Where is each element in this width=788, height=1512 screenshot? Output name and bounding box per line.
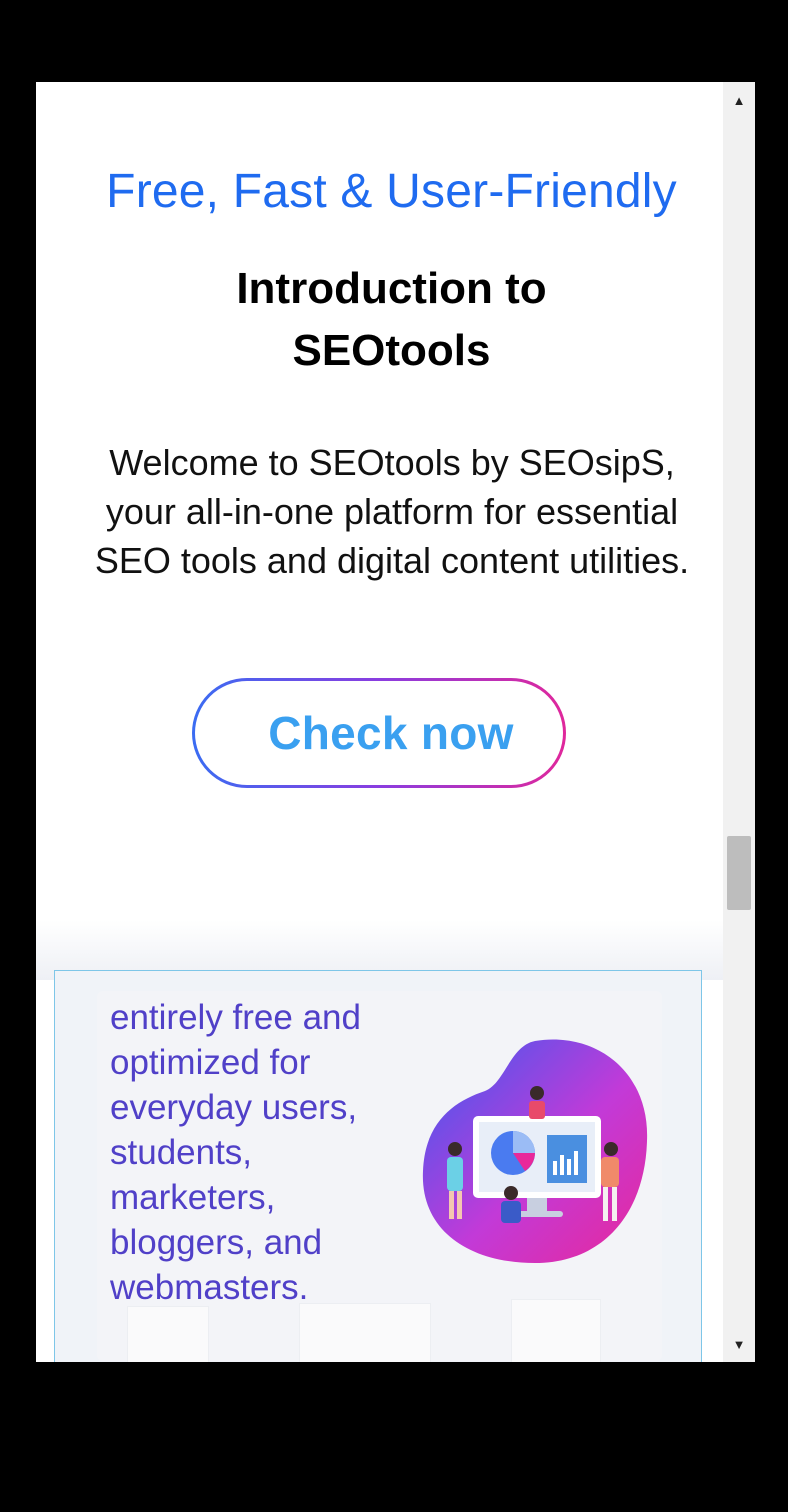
seo-team-illustration-icon <box>422 1039 648 1263</box>
check-now-button[interactable]: Check now <box>192 678 566 788</box>
vertical-scrollbar[interactable]: ▲ ▼ <box>723 82 755 1362</box>
page-title-line-1: Introduction to <box>236 264 547 313</box>
welcome-paragraph: Welcome to SEOtools by SEOsipS, your all… <box>94 442 690 581</box>
page-title-line-2: SEOtools <box>292 326 491 375</box>
card-tile <box>127 1306 209 1362</box>
scroll-down-arrow-icon[interactable]: ▼ <box>723 1330 755 1358</box>
hero-tagline: Free, Fast & User-Friendly <box>106 165 677 218</box>
scrollbar-thumb[interactable] <box>727 836 751 910</box>
card-tile <box>299 1303 431 1362</box>
card-tile <box>511 1299 601 1362</box>
scroll-up-arrow-icon[interactable]: ▲ <box>723 86 755 114</box>
browser-viewport: Free, Fast & User-Friendly Introduction … <box>36 82 755 1362</box>
check-now-label: Check now <box>268 707 514 759</box>
feature-card-text: entirely free and optimized for everyday… <box>110 998 361 1307</box>
page-title: Introduction to SEOtools <box>36 258 723 382</box>
feature-card: entirely free and optimized for everyday… <box>54 970 702 1362</box>
page-content: Free, Fast & User-Friendly Introduction … <box>36 82 723 1362</box>
